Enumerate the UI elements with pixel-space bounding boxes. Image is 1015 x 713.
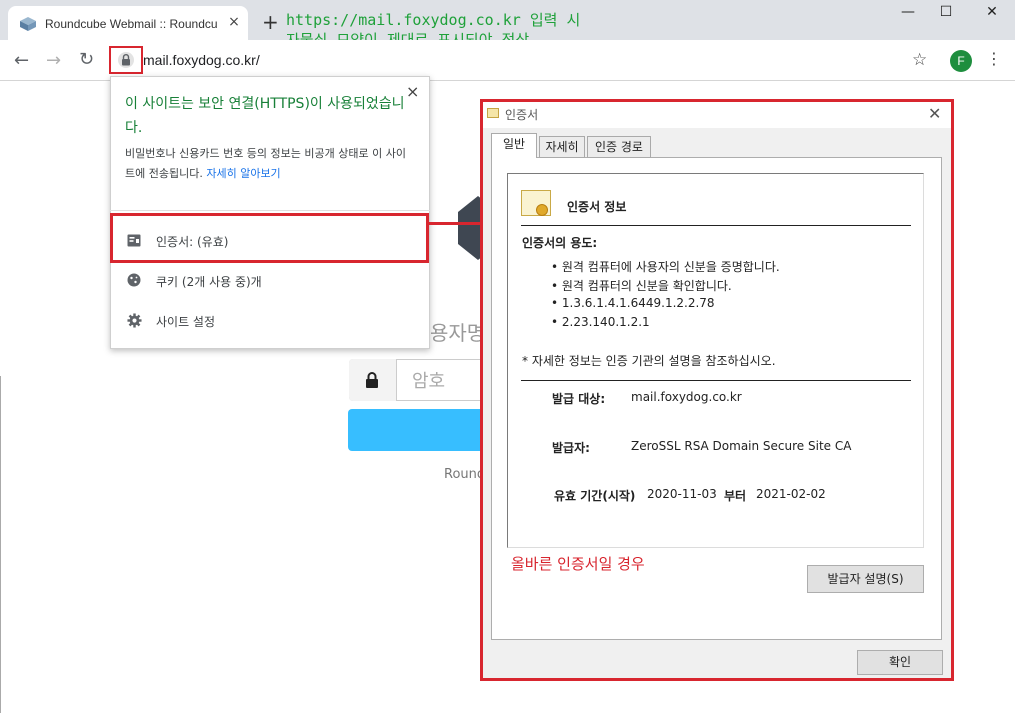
tab-certification-path[interactable]: 인증 경로 — [587, 136, 651, 158]
dialog-close-icon[interactable]: ✕ — [928, 104, 941, 123]
certificate-seal-icon — [536, 204, 548, 216]
browser-tab[interactable]: Roundcube Webmail :: Roundcube × — [8, 6, 248, 40]
page-edge-line — [0, 376, 1, 713]
purpose-item: • 원격 컴퓨터의 신분을 확인합니다. — [551, 279, 732, 293]
profile-avatar[interactable]: F — [950, 50, 972, 72]
popup-item-cookies[interactable]: 쿠키 (2개 사용 중)개 — [156, 273, 262, 290]
valid-to-label: 부터 — [724, 489, 747, 503]
maximize-button[interactable]: ☐ — [926, 4, 966, 26]
gear-icon — [127, 313, 142, 328]
ok-button[interactable]: 확인 — [857, 650, 943, 675]
tab-close-icon[interactable]: × — [226, 14, 242, 30]
dialog-titlebar — [483, 102, 951, 128]
issued-to-label: 발급 대상: — [552, 392, 606, 406]
validity-label: 유효 기간(시작) — [554, 489, 636, 503]
issued-to-value: mail.foxydog.co.kr — [631, 390, 742, 404]
certificate-highlight-box — [110, 213, 429, 263]
valid-to-value: 2021-02-02 — [756, 487, 826, 501]
note-divider — [521, 380, 911, 381]
dialog-title: 인증서 — [505, 108, 539, 122]
forward-button[interactable]: → — [46, 52, 61, 70]
tab-title: Roundcube Webmail :: Roundcube — [45, 17, 217, 31]
learn-more-link[interactable]: 자세히 알아보기 — [206, 167, 280, 180]
issued-by-label: 발급자: — [552, 441, 590, 455]
lock-highlight-box — [109, 46, 143, 74]
reload-button[interactable]: ↻ — [79, 51, 94, 69]
heading-divider — [521, 225, 911, 226]
popup-divider — [110, 210, 430, 211]
valid-from-value: 2020-11-03 — [647, 487, 717, 501]
browser-menu-icon[interactable]: ⋮ — [986, 49, 1002, 68]
info-note: * 자세한 정보는 인증 기관의 설명을 참조하십시오. — [522, 354, 776, 368]
roundcube-favicon-icon — [20, 17, 36, 31]
bookmark-star-icon[interactable]: ☆ — [912, 50, 927, 70]
annotation-line-1: https://mail.foxydog.co.kr 입력 시 — [286, 11, 581, 29]
window-close-button[interactable]: ✕ — [972, 4, 1012, 26]
issued-by-value: ZeroSSL RSA Domain Secure Site CA — [631, 439, 852, 453]
valid-certificate-note: 올바른 인증서일 경우 — [511, 555, 645, 573]
popup-close-icon[interactable]: × — [406, 82, 419, 101]
purpose-item: • 원격 컴퓨터에 사용자의 신분을 증명합니다. — [551, 260, 780, 274]
popup-description: 비밀번호나 신용카드 번호 등의 정보는 비공개 상태로 이 사이트에 전송됩니… — [125, 144, 415, 184]
certificate-heading: 인증서 정보 — [567, 200, 627, 214]
purpose-item: • 2.23.140.1.2.1 — [551, 315, 650, 329]
login-button[interactable] — [348, 409, 488, 451]
new-tab-button[interactable]: + — [262, 12, 279, 32]
cookie-icon — [127, 273, 141, 287]
password-placeholder: 암호 — [412, 371, 446, 392]
popup-item-site-settings[interactable]: 사이트 설정 — [156, 313, 215, 330]
tab-general[interactable]: 일반 — [491, 133, 537, 158]
issuer-statement-button[interactable]: 발급자 설명(S) — [807, 565, 924, 593]
purpose-label: 인증서의 용도: — [522, 236, 598, 250]
purpose-item: • 1.3.6.1.4.1.6449.1.2.2.78 — [551, 296, 715, 310]
popup-secure-title: 이 사이트는 보안 연결(HTTPS)이 사용되었습니다. — [125, 96, 405, 136]
username-field-fragment: 용자명 — [430, 321, 486, 345]
minimize-button[interactable]: — — [888, 4, 928, 26]
highlight-connector-line — [429, 222, 482, 225]
tab-details[interactable]: 자세히 — [539, 136, 585, 158]
back-button[interactable]: ← — [14, 52, 29, 70]
password-lock-icon — [366, 372, 378, 388]
address-bar[interactable]: mail.foxydog.co.kr/ — [143, 52, 260, 68]
certificate-small-icon — [487, 108, 499, 118]
